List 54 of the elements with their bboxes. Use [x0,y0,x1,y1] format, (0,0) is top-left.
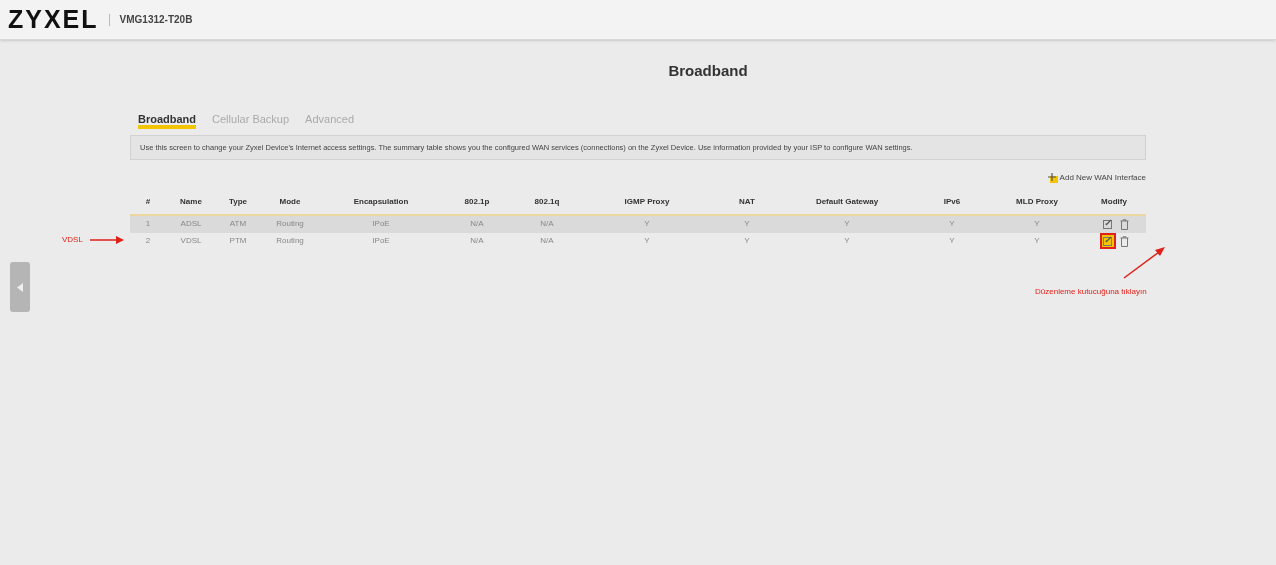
table-cell-text: Y [948,218,956,231]
table-cell-text: Y [743,235,751,248]
column-header: Modify [1100,195,1128,208]
table-cell-text: IPoE [371,218,391,231]
table-cell-text: Y [843,218,851,231]
tab[interactable]: Broadband [138,112,197,129]
table-cell-text: PTM [228,235,248,248]
table-cell-text: Y [743,218,751,231]
table-cell-text: Routing [275,218,305,231]
table-cell-text: N/A [539,235,555,248]
trash-icon[interactable] [1119,218,1129,230]
annotation-arrow [90,235,124,244]
edit-button[interactable] [1099,233,1116,250]
edit-icon [1102,236,1113,247]
table-cell-text: Y [643,235,651,248]
table-cell-text: VDSL [179,235,203,248]
table-cell-text: N/A [469,235,485,248]
column-header: Name [179,195,203,208]
column-header: 802.1q [533,195,561,208]
column-header: NAT [738,195,756,208]
sidebar-toggle[interactable] [10,262,30,312]
model-name: VMG1312-T20B [119,13,193,27]
table-cell-text: Y [643,218,651,231]
column-header: IGMP Proxy [623,195,671,208]
table-cell-text: 2 [144,235,152,248]
edit-icon [1102,219,1113,230]
caret-icon [17,282,23,292]
table-cell-text: Y [1033,218,1041,231]
column-header: # [144,195,152,208]
table-cell-text: Routing [275,235,305,248]
table-cell-text: ADSL [179,218,203,231]
table-cell-text: ATM [228,218,248,231]
table-cell-text: IPoE [371,235,391,248]
table-cell-text: Y [948,235,956,248]
add-icon [1047,172,1058,183]
column-header: MLD Proxy [1015,195,1059,208]
column-header: Encapsulation [352,195,410,208]
table-cell-text: N/A [469,218,485,231]
column-header: Mode [278,195,302,208]
annotation-text: Düzenleme kutucuğuna tıklayın [1035,285,1147,298]
annotation-arrow [1122,245,1166,280]
column-header: 802.1p [463,195,491,208]
annotation-label: VDSL [62,233,83,246]
column-header: IPv6 [942,195,962,208]
table-cell-text: 1 [144,218,152,231]
table-cell-text: Y [1033,235,1041,248]
logo: ZYXEL [8,3,99,35]
column-header: Type [227,195,249,208]
table-cell-text: Y [843,235,851,248]
page-title: Broadband [668,61,748,81]
trash-icon[interactable] [1119,235,1129,247]
table-cell-text: N/A [539,218,555,231]
add-wan-link[interactable]: Add New WAN Interface [1047,171,1146,184]
column-header: Default Gateway [814,195,880,208]
